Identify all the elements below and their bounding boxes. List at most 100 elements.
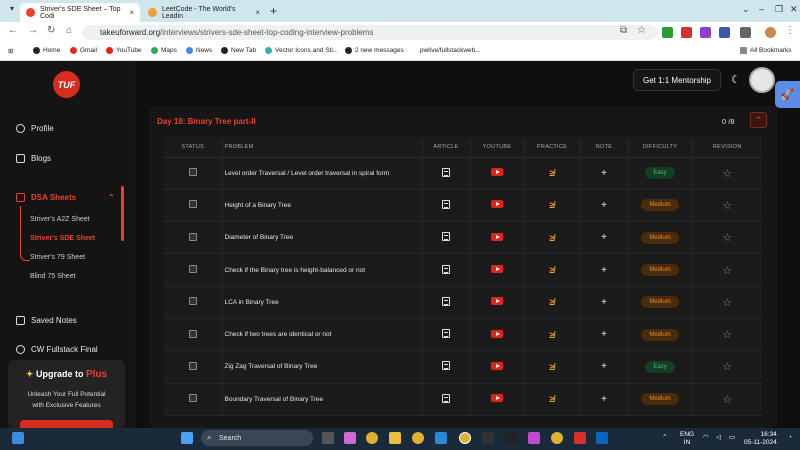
wifi-icon[interactable]: ◠ <box>703 434 709 442</box>
sidebar-item-dsa-sheets[interactable]: DSA Sheets ⌃ <box>16 193 115 202</box>
bookmark-pwlive[interactable]: pwlive/fullstackweb... <box>420 47 481 54</box>
collapse-chevron-icon[interactable]: ⌃ <box>750 112 767 128</box>
sheet-a2z[interactable]: Striver's A2Z Sheet <box>30 216 90 223</box>
widgets-icon[interactable] <box>12 432 24 444</box>
file-explorer-icon[interactable] <box>389 432 401 444</box>
practice-icon[interactable]: ≱ <box>550 200 555 210</box>
practice-icon[interactable]: ≱ <box>550 233 555 243</box>
youtube-icon[interactable] <box>491 232 503 241</box>
status-checkbox[interactable] <box>188 265 197 274</box>
home-icon[interactable]: ⌂ <box>66 25 72 36</box>
vscode-icon[interactable] <box>435 432 447 444</box>
profile-avatar-icon[interactable] <box>765 27 776 38</box>
add-note-icon[interactable]: + <box>601 232 607 243</box>
youtube-icon[interactable] <box>491 297 503 306</box>
reload-icon[interactable]: ↻ <box>47 25 55 36</box>
translate-icon[interactable]: ⧉ <box>620 25 627 36</box>
tab-strivers-sde-sheet[interactable]: Striver's SDE Sheet – Top Codi × <box>20 3 140 22</box>
sidebar-item-profile[interactable]: Profile <box>16 124 54 133</box>
youtube-icon[interactable] <box>491 394 503 403</box>
rocket-icon[interactable]: 🚀 <box>775 81 800 108</box>
sidebar-scrollbar[interactable] <box>121 186 124 241</box>
practice-icon[interactable]: ≱ <box>550 265 555 275</box>
user-avatar[interactable] <box>749 67 775 93</box>
revision-star-icon[interactable]: ☆ <box>722 394 732 406</box>
window-close-button[interactable]: ✕ <box>790 4 798 15</box>
practice-icon[interactable]: ≱ <box>550 297 555 307</box>
add-note-icon[interactable]: + <box>601 394 607 405</box>
blue-extension-icon[interactable] <box>719 27 730 38</box>
article-icon[interactable] <box>442 361 450 371</box>
bookmark-star-icon[interactable]: ☆ <box>637 25 646 36</box>
practice-icon[interactable]: ≱ <box>550 330 555 340</box>
sidebar-item-blogs[interactable]: Blogs <box>16 154 51 163</box>
start-icon[interactable] <box>181 432 193 444</box>
copilot-icon[interactable] <box>344 432 356 444</box>
revision-star-icon[interactable]: ☆ <box>722 265 732 277</box>
revision-star-icon[interactable]: ☆ <box>722 200 732 212</box>
article-icon[interactable] <box>442 167 450 177</box>
chrome-alt-icon[interactable] <box>412 432 424 444</box>
practice-icon[interactable]: ≱ <box>550 394 555 404</box>
new-tab-button[interactable]: + <box>270 4 277 18</box>
clock[interactable]: 16:34 05-11-2024 <box>744 431 777 447</box>
language-indicator[interactable]: ENG IN <box>680 431 694 447</box>
status-checkbox[interactable] <box>188 232 197 241</box>
puzzle-extensions-icon[interactable] <box>740 27 751 38</box>
sidebar-item-saved-notes[interactable]: Saved Notes <box>16 316 77 325</box>
chrome-profile-icon[interactable] <box>551 432 563 444</box>
intellij-icon[interactable] <box>528 432 540 444</box>
apps-grid-icon[interactable]: ⊞ <box>8 47 13 55</box>
bookmark-messages[interactable]: 2 new messages <box>345 47 404 54</box>
linkedin-icon[interactable] <box>596 432 608 444</box>
notifications-icon[interactable]: ◔ <box>788 434 792 442</box>
chrome-active-icon[interactable] <box>459 432 471 444</box>
revision-star-icon[interactable]: ☆ <box>722 168 732 180</box>
bookmark-gmail[interactable]: Gmail <box>70 47 97 54</box>
status-checkbox[interactable] <box>188 168 197 177</box>
add-note-icon[interactable]: + <box>601 168 607 179</box>
task-view-icon[interactable] <box>322 432 334 444</box>
app-icon[interactable] <box>505 432 517 444</box>
taskbar-search[interactable]: ⌕ Search <box>201 430 313 446</box>
status-checkbox[interactable] <box>188 361 197 370</box>
forward-icon[interactable]: → <box>28 25 38 36</box>
youtube-icon[interactable] <box>491 361 503 370</box>
bookmark-new-tab[interactable]: New Tab <box>221 47 256 54</box>
practice-icon[interactable]: ≱ <box>550 168 555 178</box>
status-checkbox[interactable] <box>188 394 197 403</box>
tab-leetcode[interactable]: LeetCode - The World's Leadin × <box>142 3 266 22</box>
article-icon[interactable] <box>442 199 450 209</box>
address-bar[interactable]: takeuforward.org/interviews/strivers-sde… <box>82 25 657 40</box>
bookmark-maps[interactable]: Maps <box>151 47 177 54</box>
sheet-sde[interactable]: Striver's SDE Sheet <box>30 235 95 242</box>
tray-chevron-icon[interactable]: ⌃ <box>662 434 667 442</box>
practice-icon[interactable]: ≱ <box>550 362 555 372</box>
article-icon[interactable] <box>442 232 450 242</box>
minimize-button[interactable]: – <box>759 4 764 14</box>
article-icon[interactable] <box>442 329 450 339</box>
red-extension-icon[interactable] <box>681 27 692 38</box>
battery-icon[interactable]: ▭ <box>729 434 735 442</box>
bookmark-youtube[interactable]: YouTube <box>106 47 142 54</box>
bookmark-vector-icons[interactable]: Vector Icons and Sti... <box>265 47 338 54</box>
tuf-logo[interactable]: TUF <box>53 71 80 98</box>
revision-star-icon[interactable]: ☆ <box>722 361 732 373</box>
add-note-icon[interactable]: + <box>601 265 607 276</box>
all-bookmarks[interactable]: All Bookmarks <box>740 47 792 54</box>
add-note-icon[interactable]: + <box>601 329 607 340</box>
revision-star-icon[interactable]: ☆ <box>722 297 732 309</box>
close-tab-icon[interactable]: × <box>255 8 260 17</box>
menu-kebab-icon[interactable]: ⋮ <box>785 25 795 36</box>
article-icon[interactable] <box>442 393 450 403</box>
article-icon[interactable] <box>442 264 450 274</box>
volume-icon[interactable]: ◁ <box>716 434 721 442</box>
status-checkbox[interactable] <box>188 297 197 306</box>
add-note-icon[interactable]: + <box>601 297 607 308</box>
add-note-icon[interactable]: + <box>601 200 607 211</box>
close-tab-icon[interactable]: × <box>129 8 134 17</box>
youtube-icon[interactable] <box>491 329 503 338</box>
article-icon[interactable] <box>442 296 450 306</box>
bookmark-home[interactable]: Home <box>33 47 60 54</box>
download-extension-icon[interactable] <box>662 27 673 38</box>
